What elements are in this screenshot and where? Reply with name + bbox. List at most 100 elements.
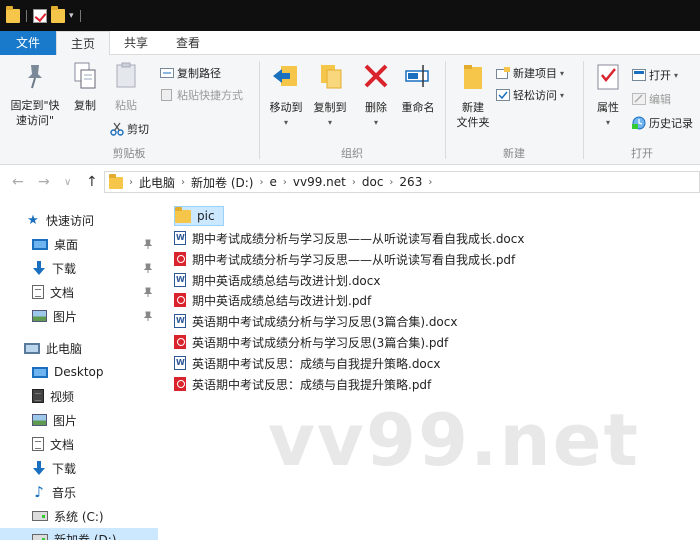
pin-icon[interactable] [143,263,153,273]
open-button[interactable]: 打开 ▾ [632,67,678,83]
new-folder-button[interactable]: 新建 文件夹 [450,61,496,130]
nav-item-pictures[interactable]: 图片 [32,305,77,327]
file-row[interactable]: 期中考试成绩分析与学习反思——从听说读写看自我成长.pdf [174,249,515,269]
nav-item-desktop-pc[interactable]: Desktop [32,361,104,383]
nav-item-drive-d[interactable]: 新加卷 (D:) [0,528,158,540]
file-row[interactable]: 英语期中考试反思：成绩与自我提升策略.pdf [174,374,431,394]
history-button[interactable]: 历史记录 [632,115,693,131]
address-bar[interactable]: › 此电脑 › 新加卷 (D:) › e › vv99.net › doc › … [104,171,700,193]
pdf-icon [174,335,186,349]
nav-item-videos[interactable]: 视频 [32,385,74,407]
edit-button[interactable]: 编辑 [632,91,671,107]
paste-shortcut-button[interactable]: 粘贴快捷方式 [160,87,243,103]
nav-item-pictures-pc[interactable]: 图片 [32,409,77,431]
breadcrumb-doc[interactable]: doc [362,175,384,189]
nav-label: 文档 [50,437,75,452]
delete-x-icon [364,64,388,88]
delete-button[interactable]: 删除 ▾ [358,61,394,130]
folder-icon [109,174,123,189]
easy-access-button[interactable]: 轻松访问 ▾ [496,87,564,103]
move-to-dropdown-icon[interactable]: ▾ [264,115,308,130]
nav-item-downloads[interactable]: 下载 [32,257,76,279]
breadcrumb-separator[interactable]: › [352,177,356,188]
new-item-dropdown-icon[interactable]: ▾ [560,69,564,78]
customize-toolbar-icon[interactable]: ▾ [69,9,74,23]
nav-label: 快速访问 [46,213,95,228]
breadcrumb-separator[interactable]: › [283,177,287,188]
delete-dropdown-icon[interactable]: ▾ [358,115,394,130]
file-row[interactable]: 英语期中考试成绩分析与学习反思(3篇合集).docx [174,311,457,331]
desktop-icon [32,366,48,378]
copy-to-button[interactable]: 复制到 ▾ [308,61,352,130]
breadcrumb-separator[interactable]: › [129,177,133,188]
tab-view[interactable]: 查看 [162,31,214,55]
new-folder-label-2: 文件夹 [456,116,490,129]
breadcrumb-vv99[interactable]: vv99.net [293,175,346,189]
breadcrumb-e[interactable]: e [269,175,276,189]
nav-item-documents[interactable]: 文档 [32,281,74,303]
tab-share[interactable]: 共享 [110,31,162,55]
file-row[interactable]: 期中考试成绩分析与学习反思——从听说读写看自我成长.docx [174,228,524,248]
breadcrumb-separator[interactable]: › [389,177,393,188]
breadcrumb-this-pc[interactable]: 此电脑 [139,174,175,191]
file-row[interactable]: 期中英语成绩总结与改进计划.pdf [174,290,371,310]
video-icon [32,389,44,403]
forward-arrow-icon[interactable]: → [38,174,50,190]
title-bar: ▾ [0,0,700,31]
open-dropdown-icon[interactable]: ▾ [674,71,678,80]
nav-item-documents-pc[interactable]: 文档 [32,433,74,455]
breadcrumb-separator[interactable]: › [259,177,263,188]
tab-home[interactable]: 主页 [56,31,111,56]
drive-icon [32,511,48,521]
separator [79,9,81,22]
file-name: 期中英语成绩总结与改进计划.docx [192,273,381,288]
properties-button[interactable]: 属性 ▾ [588,61,628,130]
music-note-icon: ♪ [34,483,44,501]
file-row[interactable]: 英语期中考试成绩分析与学习反思(3篇合集).pdf [174,332,448,352]
pin-quick-access-button[interactable]: 固定到"快 速访问" [4,61,66,128]
new-folder-quick-icon[interactable] [51,5,65,23]
cut-button[interactable]: 剪切 [110,121,149,137]
breadcrumb-separator[interactable]: › [181,177,185,188]
properties-dropdown-icon[interactable]: ▾ [588,115,628,130]
copy-path-button[interactable]: 复制路径 [160,65,221,81]
up-arrow-icon[interactable]: ↑ [86,174,98,190]
back-arrow-icon[interactable]: ← [12,174,24,190]
download-icon [32,461,46,475]
pin-icon[interactable] [143,239,153,249]
copy-icon [74,62,96,89]
nav-item-music[interactable]: ♪ 音乐 [32,481,76,503]
clipboard-group-label: 剪贴板 [112,147,146,160]
new-group-label: 新建 [503,147,525,160]
file-row[interactable]: pic [174,206,224,226]
move-to-button[interactable]: 移动到 ▾ [264,61,308,130]
tab-file[interactable]: 文件 [0,31,57,55]
nav-this-pc[interactable]: 此电脑 [24,337,82,359]
breadcrumb-separator[interactable]: › [428,177,432,188]
breadcrumb-263[interactable]: 263 [399,175,422,189]
nav-item-desktop[interactable]: 桌面 [32,233,78,255]
nav-item-drive-c[interactable]: 系统 (C:) [32,505,104,527]
pin-icon[interactable] [143,287,153,297]
easy-access-dropdown-icon[interactable]: ▾ [560,91,564,100]
nav-label: 此电脑 [46,341,83,356]
word-document-icon [174,231,186,245]
new-item-button[interactable]: 新建项目 ▾ [496,65,564,81]
nav-quick-access[interactable]: ★ 快速访问 [26,209,94,231]
pin-icon[interactable] [143,311,153,321]
rename-button[interactable]: 重命名 [396,61,440,115]
file-row[interactable]: 英语期中考试反思：成绩与自我提升策略.docx [174,353,440,373]
file-row[interactable]: 期中英语成绩总结与改进计划.docx [174,270,380,290]
properties-label: 属性 [597,101,619,114]
copy-button[interactable]: 复制 [68,61,102,113]
scissors-icon [110,122,124,136]
nav-item-downloads-pc[interactable]: 下载 [32,457,76,479]
pdf-icon [174,252,186,266]
recent-locations-chevron-icon[interactable]: ∨ [64,177,71,188]
paste-button[interactable]: 粘贴 [106,61,146,113]
properties-quick-icon[interactable] [33,8,47,23]
copy-to-icon [321,65,342,89]
document-icon [32,437,44,451]
breadcrumb-drive-d[interactable]: 新加卷 (D:) [191,174,253,191]
copy-to-dropdown-icon[interactable]: ▾ [308,115,352,130]
